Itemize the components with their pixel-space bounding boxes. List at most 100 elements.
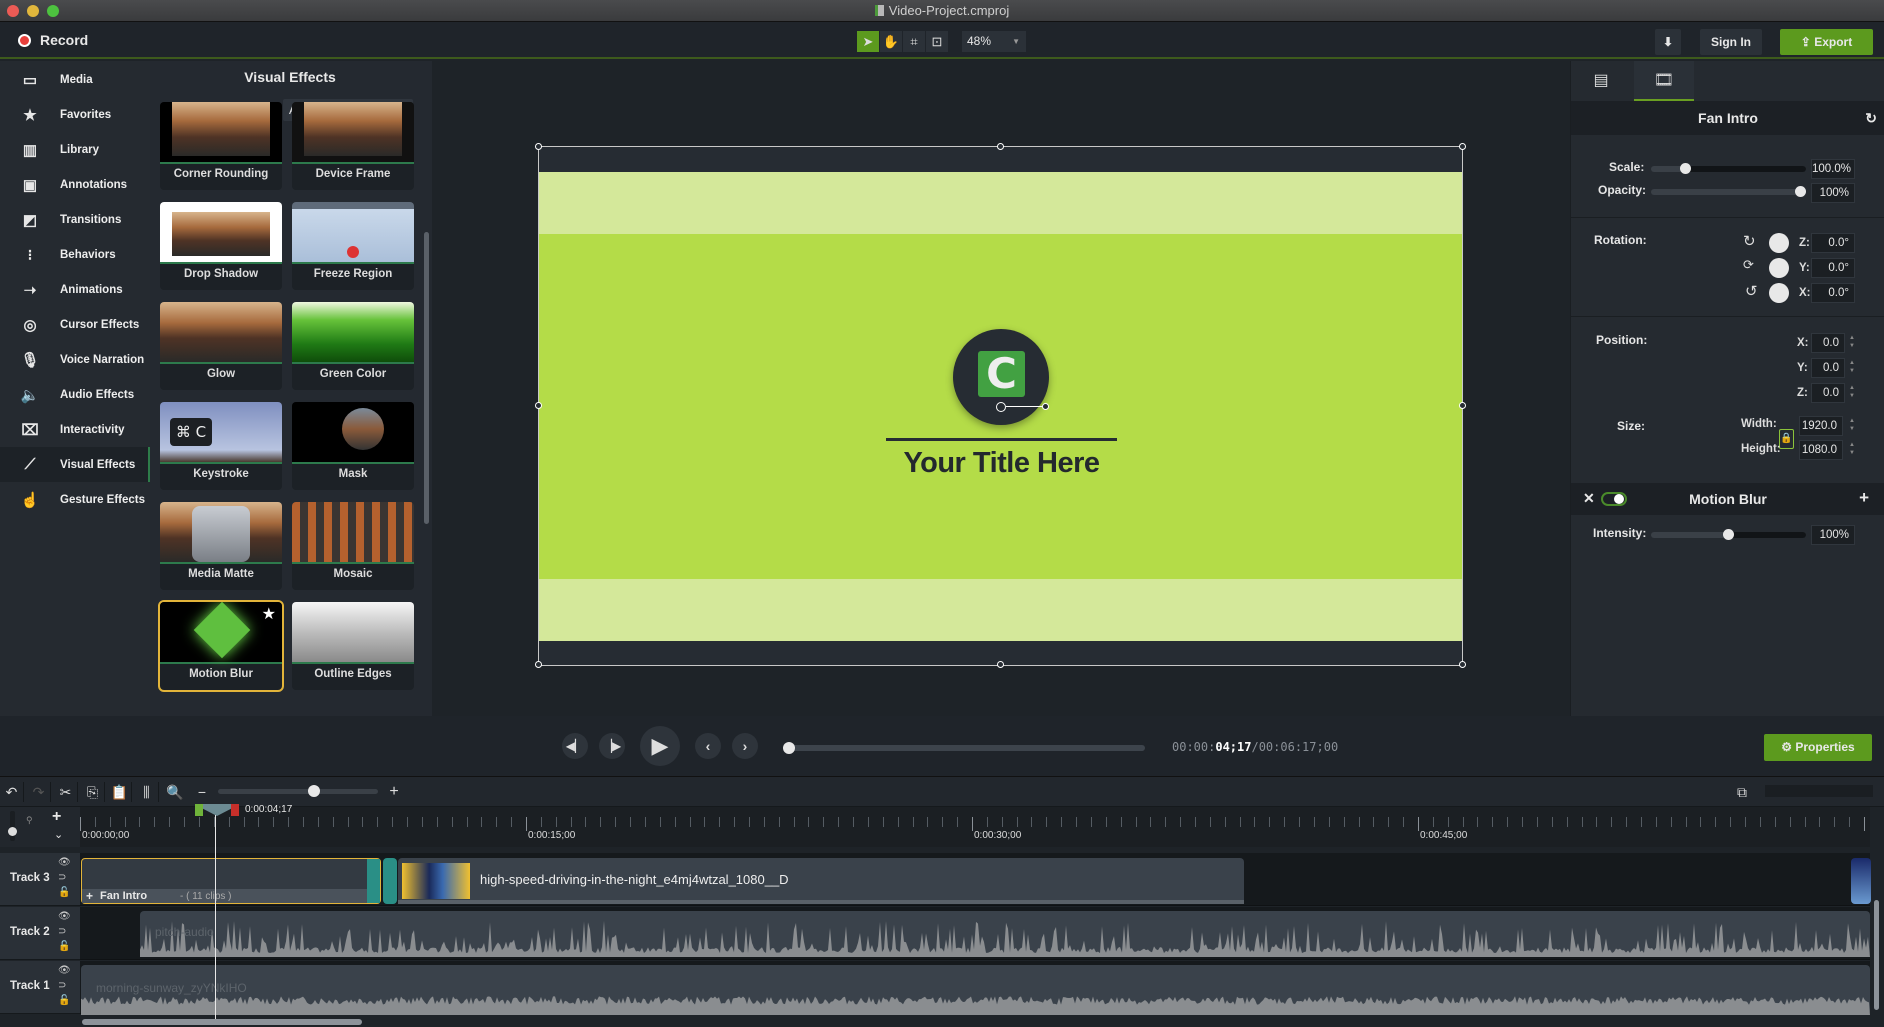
rotation-handle-end[interactable]: [1042, 403, 1049, 410]
canvas-preview-frame[interactable]: C Your Title Here: [535, 143, 1466, 668]
sidebar-item-animations[interactable]: ➝ Animations: [0, 272, 150, 307]
position-x-stepper[interactable]: ▲ ▼: [1849, 334, 1855, 350]
zoom-out-icon[interactable]: −: [190, 782, 214, 802]
expand-group-icon[interactable]: +: [86, 889, 93, 903]
reset-icon[interactable]: ↻: [1865, 101, 1877, 135]
scrubber-knob[interactable]: [783, 742, 795, 754]
scale-field[interactable]: 100.0%: [1811, 159, 1855, 179]
scale-slider-knob[interactable]: [1679, 163, 1691, 174]
height-field[interactable]: 1080.0: [1799, 440, 1843, 460]
zoom-magnifier-icon[interactable]: 🔍: [163, 782, 187, 802]
tab-media-properties[interactable]: 🎞: [1634, 61, 1694, 101]
clip-audio[interactable]: pitch-audio: [140, 911, 1870, 957]
in-point-marker[interactable]: [195, 804, 203, 816]
sidebar-item-transitions[interactable]: ◩ Transitions: [0, 202, 150, 237]
sidebar-item-audio-effects[interactable]: 🔈 Audio Effects: [0, 377, 150, 412]
paste-clipboard-icon[interactable]: 📋: [108, 782, 132, 802]
effect-card-mask[interactable]: Mask: [292, 402, 414, 490]
effect-card-green-color[interactable]: Green Color: [292, 302, 414, 390]
undo-icon[interactable]: ↶: [0, 782, 24, 802]
position-z-stepper[interactable]: ▲ ▼: [1849, 384, 1855, 400]
crop-tool-icon[interactable]: ⌗: [903, 31, 925, 52]
sidebar-item-library[interactable]: ▥ Library: [0, 132, 150, 167]
previous-icon[interactable]: ‹: [695, 733, 721, 759]
effect-card-keystroke[interactable]: ⌘ C Keystroke: [160, 402, 282, 490]
effects-scrollbar[interactable]: [424, 232, 429, 524]
record-button[interactable]: Record: [18, 32, 88, 48]
timeline-ruler[interactable]: 0:00:00;00 0:00:15;00 0:00:30;00 0:00:45;00: [80, 807, 1870, 847]
eye-visibility-icon[interactable]: 👁: [58, 857, 71, 868]
favorite-star-icon[interactable]: ★: [262, 604, 276, 624]
magnet-icon[interactable]: ⊃: [58, 980, 66, 991]
position-x-field[interactable]: 0.0: [1811, 333, 1845, 353]
effect-card-outline-edges[interactable]: Outline Edges: [292, 602, 414, 690]
canvas-title-text[interactable]: Your Title Here: [839, 447, 1164, 480]
add-icon[interactable]: +: [1859, 488, 1869, 508]
select-tool-arrow-icon[interactable]: ➤: [857, 31, 879, 52]
clip-video-end[interactable]: [1851, 858, 1871, 904]
fit-canvas-icon[interactable]: ⊡: [926, 31, 948, 52]
resize-handle-bc[interactable]: [997, 661, 1004, 668]
rotation-handle[interactable]: [996, 402, 1006, 412]
export-button[interactable]: ⇪ Export: [1780, 29, 1873, 55]
effect-card-motion-blur[interactable]: ★ Motion Blur: [158, 600, 284, 692]
resize-handle-tl[interactable]: [535, 143, 542, 150]
position-z-field[interactable]: 0.0: [1811, 383, 1845, 403]
effect-card-freeze-region[interactable]: Freeze Region: [292, 202, 414, 290]
tab-visual-properties[interactable]: ▤: [1571, 61, 1631, 101]
resize-handle-tr[interactable]: [1459, 143, 1466, 150]
resize-handle-ml[interactable]: [535, 402, 542, 409]
next-icon[interactable]: ›: [732, 733, 758, 759]
zoom-slider-knob[interactable]: [308, 785, 320, 797]
add-track-icon[interactable]: +: [52, 808, 61, 826]
rotation-y-dial[interactable]: [1769, 258, 1789, 278]
clip-audio[interactable]: morning-sunway_zyYNkIHO: [81, 965, 1870, 1015]
resize-handle-mr[interactable]: [1459, 402, 1466, 409]
play-icon[interactable]: ▶: [640, 726, 680, 766]
transition-handle[interactable]: [367, 859, 380, 903]
width-field[interactable]: 1920.0: [1799, 416, 1843, 436]
resize-handle-bl[interactable]: [535, 661, 542, 668]
properties-button[interactable]: ⚙ Properties: [1764, 734, 1872, 761]
timeline-horizontal-scrollbar[interactable]: [82, 1019, 362, 1025]
opacity-slider[interactable]: [1651, 186, 1806, 197]
timeline-zoom-slider[interactable]: [218, 785, 378, 797]
clip-video[interactable]: high-speed-driving-in-the-night_e4mj4wtz…: [398, 858, 1244, 904]
redo-icon[interactable]: ↷: [27, 782, 51, 802]
rotation-z-field[interactable]: 0.0°: [1811, 233, 1855, 253]
eye-visibility-icon[interactable]: 👁: [58, 911, 71, 922]
opacity-slider-knob[interactable]: [1795, 186, 1806, 197]
effect-card-mosaic[interactable]: Mosaic: [292, 502, 414, 590]
playhead-head[interactable]: [203, 804, 231, 816]
clip-fan-intro-group[interactable]: + Fan Intro - ( 11 clips ): [81, 858, 381, 904]
sidebar-item-annotations[interactable]: ▣ Annotations: [0, 167, 150, 202]
split-icon[interactable]: ⫼: [135, 782, 159, 802]
height-stepper[interactable]: ▲ ▼: [1849, 441, 1855, 457]
playhead-marker[interactable]: [195, 804, 239, 816]
position-y-field[interactable]: 0.0: [1811, 358, 1845, 378]
rotation-y-field[interactable]: 0.0°: [1811, 258, 1855, 278]
scale-slider[interactable]: [1651, 163, 1806, 174]
step-back-icon[interactable]: ◀▏: [562, 733, 588, 759]
rotation-z-dial[interactable]: [1769, 233, 1789, 253]
intensity-field[interactable]: 100%: [1811, 525, 1855, 545]
step-forward-icon[interactable]: ▕▶: [599, 733, 625, 759]
cut-scissors-icon[interactable]: ✂: [54, 782, 78, 802]
zoom-in-icon[interactable]: +: [382, 782, 406, 802]
sidebar-item-behaviors[interactable]: ⁝ Behaviors: [0, 237, 150, 272]
download-button[interactable]: ⬇: [1655, 29, 1681, 55]
playhead-line[interactable]: [215, 815, 216, 1025]
effect-card-corner-rounding[interactable]: Corner Rounding: [160, 102, 282, 190]
effect-card-media-matte[interactable]: Media Matte: [160, 502, 282, 590]
position-y-stepper[interactable]: ▲ ▼: [1849, 359, 1855, 375]
transition-handle[interactable]: [383, 858, 397, 904]
effect-card-drop-shadow[interactable]: Drop Shadow: [160, 202, 282, 290]
eye-visibility-icon[interactable]: 👁: [58, 965, 71, 976]
pan-tool-hand-icon[interactable]: ✋: [880, 31, 902, 52]
lock-icon[interactable]: 🔓: [58, 995, 70, 1006]
sidebar-item-gesture-effects[interactable]: ☝ Gesture Effects: [0, 482, 150, 517]
playback-scrubber[interactable]: [783, 742, 1145, 754]
intensity-slider[interactable]: [1651, 529, 1806, 540]
resize-handle-br[interactable]: [1459, 661, 1466, 668]
sign-in-button[interactable]: Sign In: [1700, 29, 1762, 55]
